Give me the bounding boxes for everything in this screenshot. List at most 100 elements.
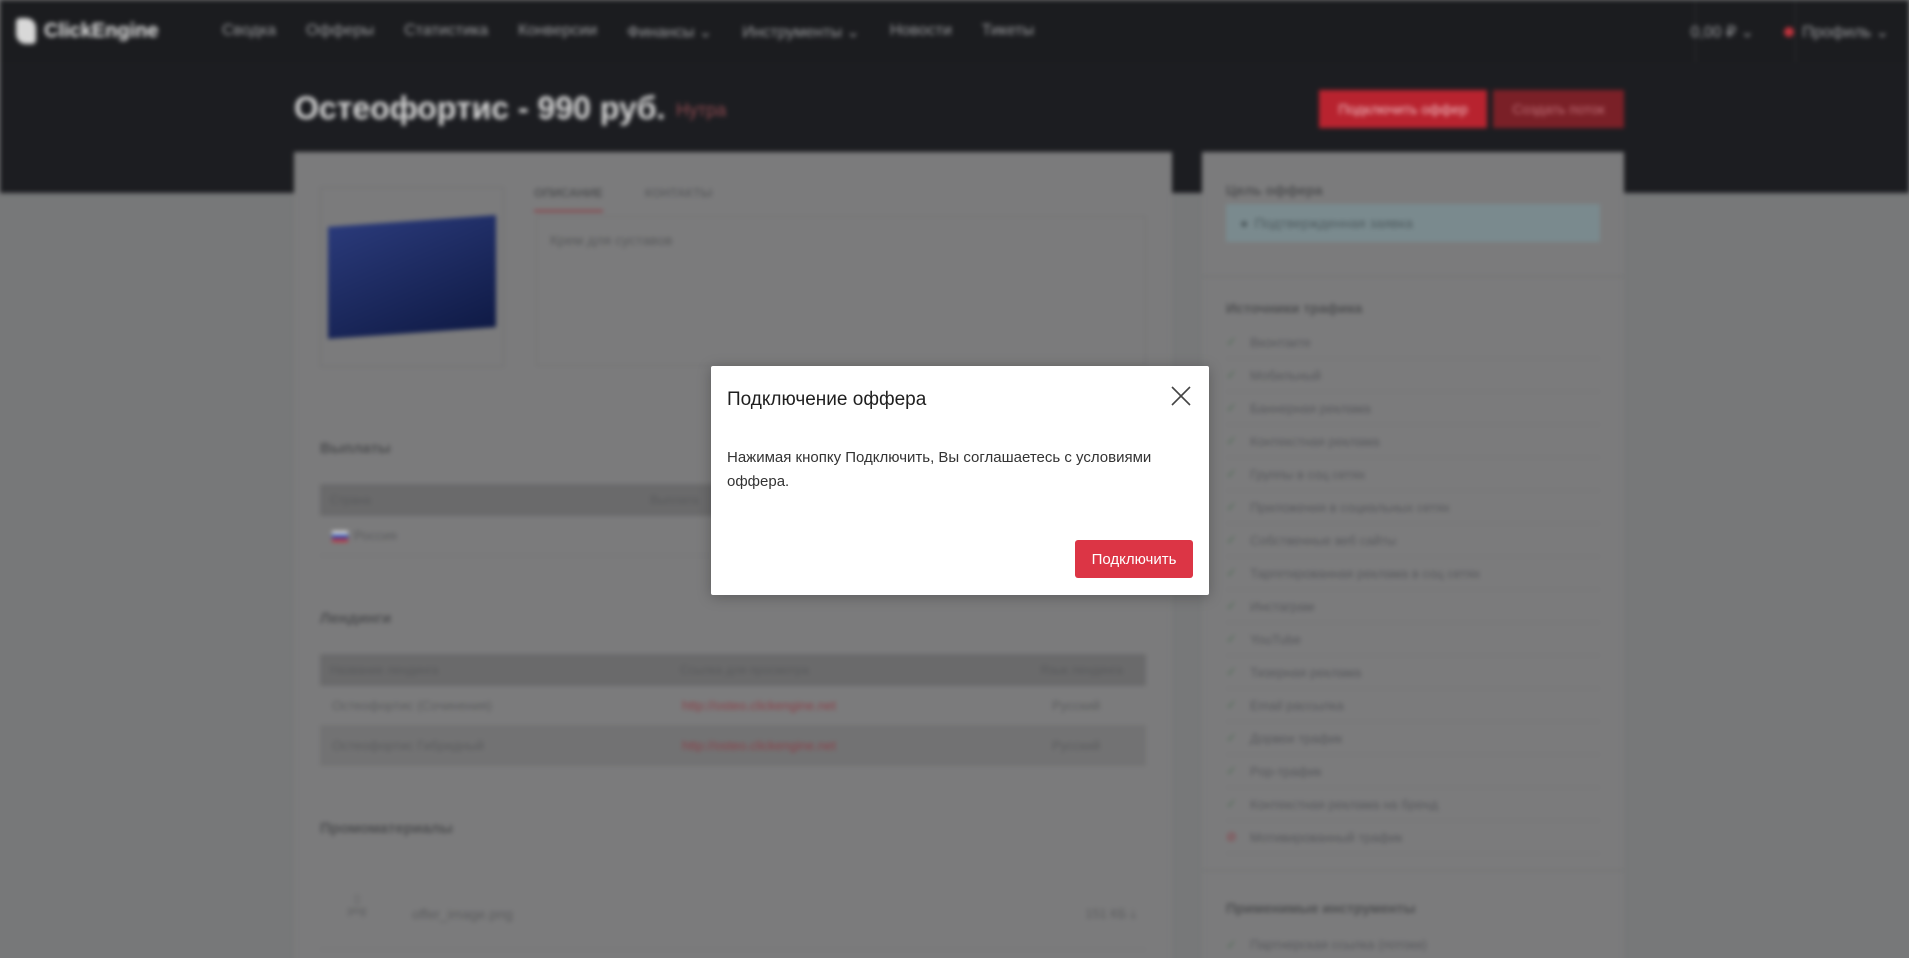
promo-file-row: ▯ png offer_image.png 151 КБ ⤓ — [320, 878, 1146, 950]
nav-item-conversions[interactable]: Конверсии — [518, 22, 597, 42]
country-cell: Россия — [332, 528, 397, 543]
list-item: ✓ Контекстная реклама — [1226, 425, 1600, 458]
nav-menu: Сводка Офферы Статистика Конверсии Финан… — [222, 22, 1064, 42]
divider — [1202, 276, 1624, 277]
list-item: ✓ Партнерская ссылка (потоки) — [1226, 928, 1600, 958]
column-header: Страна — [330, 493, 371, 507]
source-label: Группы в соц сетях — [1250, 466, 1366, 482]
check-icon: ✓ — [1226, 466, 1237, 481]
list-item: ✓ Таргетированная реклама в соц сетях — [1226, 557, 1600, 590]
divider — [1202, 870, 1624, 871]
check-icon: ✓ — [1226, 664, 1237, 679]
source-label: Инстаграм — [1250, 598, 1315, 614]
tab-contacts[interactable]: КОНТАКТЫ — [645, 186, 712, 212]
landing-link[interactable]: http://osteo.clickengine.net — [682, 738, 1052, 753]
nav-item-tools-label: Инструменты — [742, 24, 842, 41]
goal-box: ● Подтвержденная заявка — [1226, 204, 1600, 242]
offer-sidebar-card: Цель оффера ● Подтвержденная заявка Источ… — [1202, 152, 1624, 958]
connect-offer-button[interactable]: Подключить оффер — [1319, 90, 1487, 128]
nav-item-news[interactable]: Новости — [890, 22, 952, 42]
column-header: Язык лендинга — [1040, 663, 1123, 677]
product-image — [320, 187, 504, 367]
check-icon: ✓ — [1226, 367, 1237, 382]
nav-item-tools[interactable]: Инструменты ⌄ — [742, 22, 860, 42]
list-item: ⊘ Мотивированный трафик — [1226, 821, 1600, 854]
payouts-heading: Выплаты — [320, 440, 391, 457]
chevron-down-icon: ⌄ — [1740, 24, 1755, 41]
tools-list: ✓ Партнерская ссылка (потоки) — [1226, 928, 1600, 958]
close-button[interactable] — [1168, 383, 1194, 409]
source-label: Вконтакте — [1250, 334, 1311, 350]
landing-link[interactable]: http://osteo.clickengine.net — [682, 698, 1052, 713]
goal-value: Подтвержденная заявка — [1254, 215, 1413, 231]
goal-heading: Цель оффера — [1226, 182, 1323, 198]
list-item: ✓ Вконтакте — [1226, 326, 1600, 359]
promo-heading: Промоматериалы — [320, 820, 453, 837]
file-size-value: 151 КБ — [1085, 906, 1127, 921]
nav-item-offers[interactable]: Офферы — [306, 22, 374, 42]
check-icon: ✓ — [1226, 532, 1237, 547]
nav-item-summary[interactable]: Сводка — [222, 22, 276, 42]
logo[interactable]: ClickEngine — [16, 18, 158, 44]
nav-item-finance-label: Финансы — [627, 24, 695, 41]
column-header: Название лендинга — [330, 663, 439, 677]
offer-category: Нутра — [676, 100, 727, 120]
info-icon: ● — [1240, 215, 1249, 231]
tools-heading: Применимые инструменты — [1226, 900, 1416, 916]
file-name[interactable]: offer_image.png — [412, 906, 513, 922]
column-header: Ссылка для просмотра — [680, 663, 809, 677]
check-icon: ✓ — [1226, 730, 1237, 745]
source-label: Мобильный — [1250, 367, 1322, 383]
landing-name: Остеофортис (Сочинения) — [332, 698, 492, 713]
chevron-down-icon: ⌄ — [846, 24, 860, 41]
source-label: Контекстная реклама — [1250, 433, 1380, 449]
file-size: 151 КБ ⤓ — [1085, 906, 1136, 922]
check-icon: ✓ — [1226, 400, 1237, 415]
source-label: Баннерная реклама — [1250, 400, 1371, 416]
tool-label: Партнерская ссылка (потоки) — [1250, 937, 1427, 952]
connect-offer-modal: Подключение оффера Нажимая кнопку Подклю… — [711, 366, 1209, 595]
list-item: ✓ Собственные веб сайты — [1226, 524, 1600, 557]
source-label: YouTube — [1250, 631, 1302, 647]
nav-item-tickets[interactable]: Тикеты — [982, 22, 1034, 42]
country-name: Россия — [354, 528, 397, 543]
check-icon: ✓ — [1226, 936, 1237, 952]
download-icon[interactable]: ⤓ — [1130, 906, 1136, 921]
forbidden-icon: ⊘ — [1226, 829, 1237, 844]
file-icon: ▯ png — [347, 893, 367, 917]
nav-right: 0,00 ₽ ⌄ Профиль ⌄ — [1690, 22, 1889, 42]
source-label: Таргетированная реклама в соц сетях — [1250, 565, 1481, 581]
list-item: ✓ Контекстная реклама на бренд — [1226, 788, 1600, 821]
list-item: ✓ Инстаграм — [1226, 590, 1600, 623]
source-label: Контекстная реклама на бренд — [1250, 796, 1438, 812]
chevron-down-icon: ⌄ — [698, 24, 713, 41]
landing-name: Остеофортис Гибридный — [332, 738, 484, 753]
source-label: Мотивированный трафик — [1250, 829, 1403, 845]
create-flow-button[interactable]: Создать поток — [1493, 90, 1624, 128]
modal-body-text: Нажимая кнопку Подключить, Вы соглашаете… — [727, 449, 1152, 490]
nav-item-finance[interactable]: Финансы ⌄ — [627, 22, 712, 42]
list-item: ✓ YouTube — [1226, 623, 1600, 656]
close-icon — [1171, 386, 1191, 406]
list-item: ✓ Мобильный — [1226, 359, 1600, 392]
tab-description[interactable]: ОПИСАНИЕ — [534, 186, 603, 212]
landing-language: Русский — [1052, 738, 1101, 753]
list-item: ✓ Баннерная реклама — [1226, 392, 1600, 425]
source-label: Собственные веб сайты — [1250, 532, 1397, 548]
product-box-image — [328, 215, 496, 339]
description-text: Крем для суставов — [550, 232, 673, 248]
list-item: ✓ Группы в соц сетях — [1226, 458, 1600, 491]
balance-value: 0,00 ₽ — [1690, 24, 1737, 41]
source-label: Email рассылка — [1250, 697, 1344, 713]
list-item: ✓ Приложения в социальных сетях — [1226, 491, 1600, 524]
landings-heading: Лендинги — [320, 610, 392, 627]
modal-title: Подключение оффера — [727, 389, 927, 410]
user-menu[interactable]: Профиль ⌄ — [1784, 22, 1889, 42]
confirm-connect-button[interactable]: Подключить — [1075, 540, 1193, 578]
balance-dropdown[interactable]: 0,00 ₽ ⌄ — [1690, 22, 1754, 42]
nav-item-statistics[interactable]: Статистика — [404, 22, 488, 42]
landings-table: Название лендинга Ссылка для просмотра Я… — [320, 654, 1146, 766]
table-header: Название лендинга Ссылка для просмотра Я… — [320, 654, 1146, 686]
check-icon: ✓ — [1226, 763, 1237, 778]
user-name: Профиль — [1802, 24, 1872, 41]
